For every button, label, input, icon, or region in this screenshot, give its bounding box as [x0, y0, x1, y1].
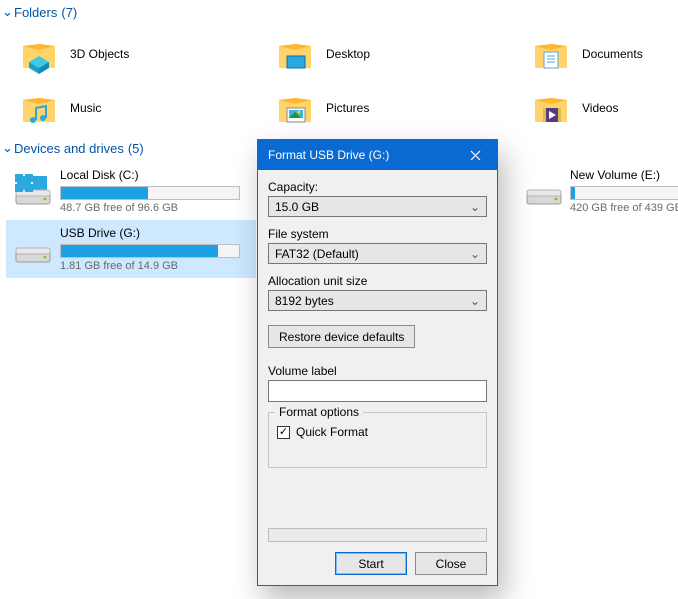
folders-section-title: Folders [14, 5, 57, 20]
usb-drive-icon [12, 226, 54, 268]
videos-folder-icon [530, 87, 572, 129]
format-dialog: Format USB Drive (G:) Capacity: 15.0 GB … [257, 139, 498, 586]
check-icon: ✓ [279, 427, 288, 438]
dialog-title: Format USB Drive (G:) [268, 148, 461, 162]
dialog-body: Capacity: 15.0 GB ⌄ File system FAT32 (D… [258, 170, 497, 546]
folder-item-3d-objects[interactable]: 3D Objects [14, 30, 254, 78]
drive-item-local-disk-c[interactable]: Local Disk (C:) 48.7 GB free of 96.6 GB [6, 162, 256, 220]
music-folder-icon [18, 87, 60, 129]
close-icon [470, 150, 481, 161]
format-options-legend: Format options [275, 405, 363, 419]
chevron-down-icon: ⌄ [468, 294, 482, 308]
folder-label: 3D Objects [70, 47, 129, 61]
drive-subtext: 1.81 GB free of 14.9 GB [60, 260, 250, 272]
quick-format-label: Quick Format [296, 425, 368, 439]
folder-label: Documents [582, 47, 643, 61]
documents-folder-icon [530, 33, 572, 75]
filesystem-combo[interactable]: FAT32 (Default) ⌄ [268, 243, 487, 264]
format-options-group: Format options ✓ Quick Format [268, 412, 487, 468]
drive-body: Local Disk (C:) 48.7 GB free of 96.6 GB [60, 168, 250, 214]
alloc-combo[interactable]: 8192 bytes ⌄ [268, 290, 487, 311]
pictures-folder-icon [274, 87, 316, 129]
volume-label-input[interactable] [268, 380, 487, 402]
filesystem-value: FAT32 (Default) [275, 247, 468, 261]
folder-item-pictures[interactable]: Pictures [270, 84, 510, 132]
volume-label-label: Volume label [268, 364, 487, 378]
drive-name: USB Drive (G:) [60, 226, 250, 240]
folder-item-documents[interactable]: Documents [526, 30, 678, 78]
drive-usage-fill [61, 245, 218, 257]
folders-grid: 3D Objects Desktop [0, 22, 678, 138]
drive-item-usb-g[interactable]: USB Drive (G:) 1.81 GB free of 14.9 GB [6, 220, 256, 278]
drives-section-title: Devices and drives [14, 141, 124, 156]
folder-label: Pictures [326, 101, 369, 115]
chevron-down-icon: ⌄ [468, 200, 482, 214]
folder-label: Desktop [326, 47, 370, 61]
drive-name: New Volume (E:) [570, 168, 678, 182]
drive-body: USB Drive (G:) 1.81 GB free of 14.9 GB [60, 226, 250, 272]
folder-label: Music [70, 101, 101, 115]
alloc-value: 8192 bytes [275, 294, 468, 308]
capacity-combo[interactable]: 15.0 GB ⌄ [268, 196, 487, 217]
drive-usage-bar [60, 244, 240, 258]
drive-subtext: 420 GB free of 439 GB [570, 202, 678, 214]
folder-item-desktop[interactable]: Desktop [270, 30, 510, 78]
desktop-folder-icon [274, 33, 316, 75]
close-dialog-button[interactable]: Close [415, 552, 487, 575]
hard-disk-icon [12, 168, 54, 210]
3d-objects-icon [18, 33, 60, 75]
drives-section-count: (5) [128, 141, 144, 156]
drive-body: New Volume (E:) 420 GB free of 439 GB [570, 168, 678, 214]
folders-section-count: (7) [61, 5, 77, 20]
quick-format-row[interactable]: ✓ Quick Format [277, 425, 478, 439]
drive-usage-bar [570, 186, 678, 200]
dialog-titlebar[interactable]: Format USB Drive (G:) [258, 140, 497, 170]
folder-item-music[interactable]: Music [14, 84, 254, 132]
drive-usage-bar [60, 186, 240, 200]
folder-label: Videos [582, 101, 618, 115]
filesystem-label: File system [268, 227, 487, 241]
alloc-label: Allocation unit size [268, 274, 487, 288]
chevron-down-icon: ⌄ [468, 247, 482, 261]
drive-usage-fill [571, 187, 575, 199]
drive-name: Local Disk (C:) [60, 168, 250, 182]
chevron-down-icon: ⌄ [2, 140, 12, 156]
quick-format-checkbox[interactable]: ✓ [277, 426, 290, 439]
start-button[interactable]: Start [335, 552, 407, 575]
folders-section-header[interactable]: ⌄ Folders (7) [0, 2, 678, 22]
dialog-footer: Start Close [258, 546, 497, 585]
drive-subtext: 48.7 GB free of 96.6 GB [60, 202, 250, 214]
restore-defaults-button[interactable]: Restore device defaults [268, 325, 415, 348]
capacity-label: Capacity: [268, 180, 487, 194]
folder-item-videos[interactable]: Videos [526, 84, 678, 132]
hard-disk-icon [524, 168, 564, 210]
drive-usage-fill [61, 187, 148, 199]
capacity-value: 15.0 GB [275, 200, 468, 214]
drive-item-new-volume-e[interactable]: New Volume (E:) 420 GB free of 439 GB [518, 162, 678, 220]
format-progress-bar [268, 528, 487, 542]
chevron-down-icon: ⌄ [2, 4, 12, 20]
close-button[interactable] [461, 144, 489, 166]
